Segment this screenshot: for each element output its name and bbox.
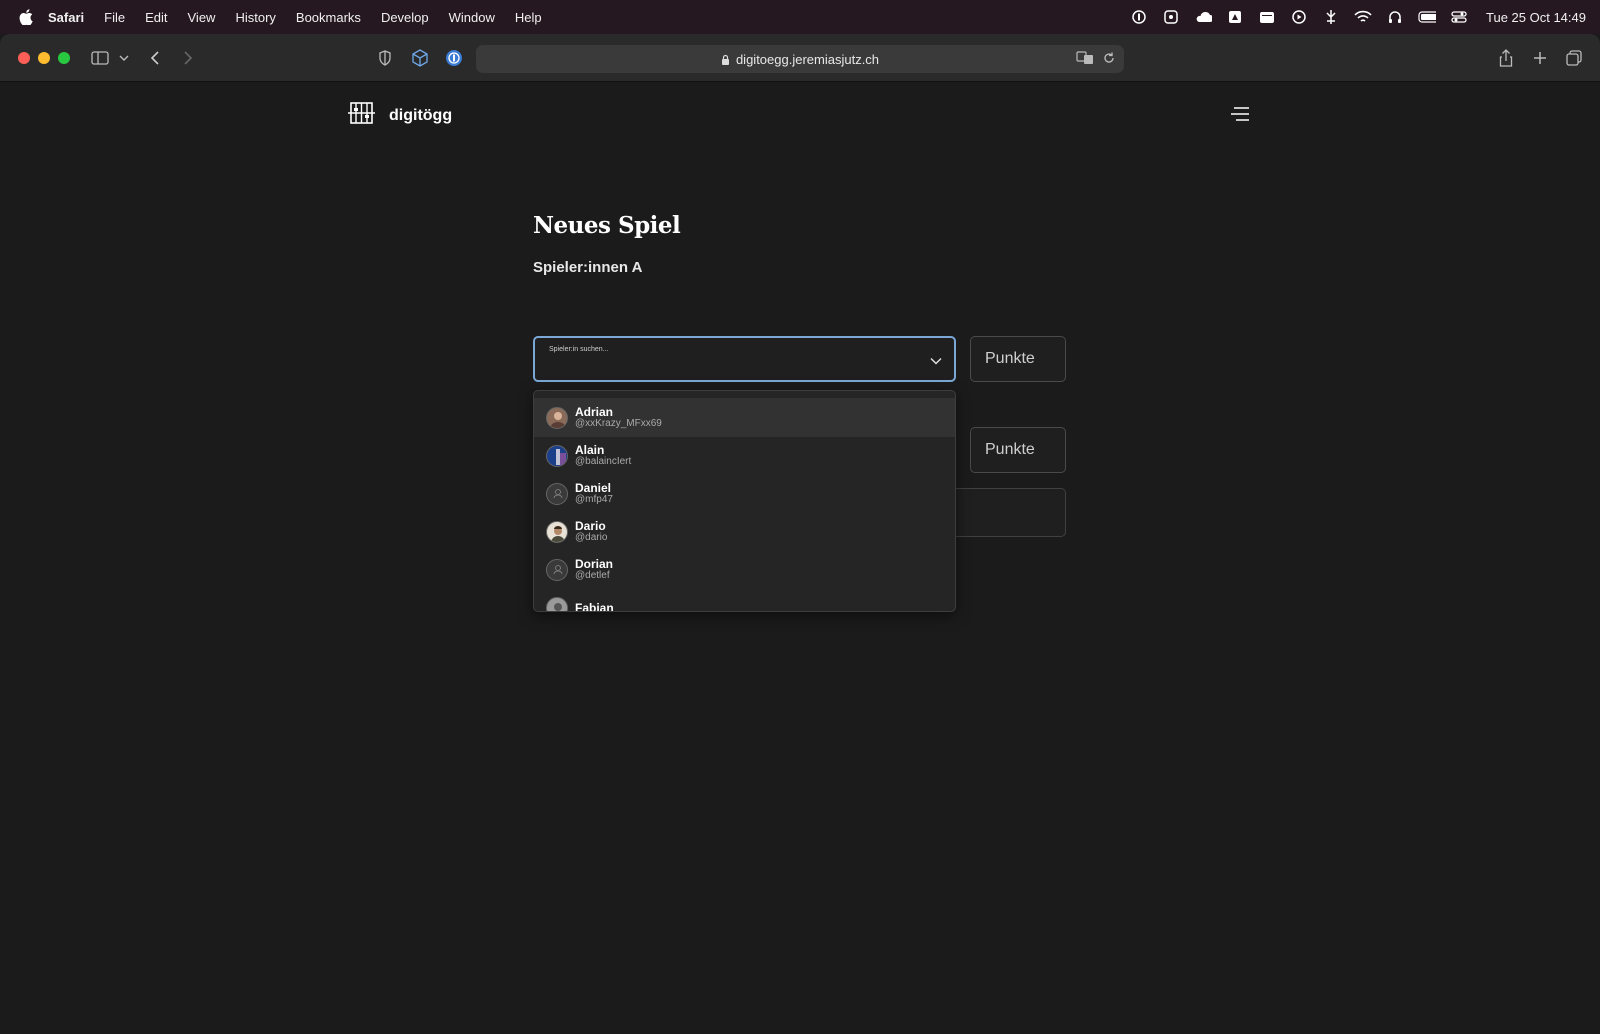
foosball-table-icon <box>348 102 375 129</box>
apple-icon[interactable] <box>18 9 34 25</box>
forward-arrow-icon[interactable] <box>178 48 198 68</box>
menu-bookmarks[interactable]: Bookmarks <box>296 10 361 25</box>
avatar <box>546 558 568 581</box>
player-handle: @mfp47 <box>575 493 613 505</box>
player-name: Dario <box>575 518 606 533</box>
avatar <box>546 444 568 467</box>
avatar <box>546 596 568 611</box>
lock-icon <box>721 54 730 65</box>
cloud-icon[interactable] <box>1194 10 1213 24</box>
player-handle: @dario <box>575 531 608 543</box>
password-manager-icon[interactable] <box>1130 10 1148 24</box>
wifi-icon[interactable] <box>1354 10 1372 24</box>
minimize-window-button[interactable] <box>38 52 50 64</box>
player-name: Dorian <box>575 556 614 571</box>
password-extension-icon[interactable] <box>444 48 464 68</box>
drive-icon[interactable] <box>1226 10 1244 24</box>
hamburger-menu-icon[interactable] <box>1230 106 1250 124</box>
player-option-dario[interactable]: Dario @dario <box>534 512 955 551</box>
calendar-icon[interactable] <box>1258 10 1276 24</box>
player-name: Daniel <box>575 480 612 495</box>
player-handle: @xxKrazy_MFxx69 <box>575 417 662 429</box>
points-placeholder: Punkte <box>985 441 1035 458</box>
menu-help[interactable]: Help <box>515 10 542 25</box>
player-name: Alain <box>575 442 605 457</box>
site-logo[interactable]: digitögg <box>348 102 452 129</box>
player-name: Fabian <box>575 600 614 612</box>
player-option-fabian[interactable]: Fabian <box>534 588 955 612</box>
control-center-icon[interactable] <box>1450 10 1468 24</box>
back-arrow-icon[interactable] <box>145 48 165 68</box>
chevron-down-icon[interactable] <box>114 48 134 68</box>
web-page: digitögg Neues Spiel Spieler:innen A Spi… <box>0 82 1600 1034</box>
menu-history[interactable]: History <box>235 10 275 25</box>
team-b-points-input[interactable]: Punkte <box>970 427 1066 473</box>
player-handle: @balaincIert <box>575 455 632 467</box>
status-tray: Tue 25 Oct 14:49 <box>1130 0 1586 34</box>
privacy-shield-icon[interactable] <box>375 48 395 68</box>
avatar <box>546 406 568 429</box>
new-tab-icon[interactable] <box>1530 48 1550 68</box>
share-icon[interactable] <box>1496 48 1516 68</box>
close-window-button[interactable] <box>18 52 30 64</box>
menu-edit[interactable]: Edit <box>145 10 167 25</box>
extension-cube-icon[interactable] <box>410 48 430 68</box>
address-bar[interactable]: digitoegg.jeremiasjutz.ch <box>476 45 1124 73</box>
menu-window[interactable]: Window <box>449 10 495 25</box>
avatar <box>546 520 568 543</box>
bluetooth-fork-icon[interactable] <box>1322 10 1340 24</box>
logo-text: digitögg <box>389 106 453 124</box>
safari-toolbar: digitoegg.jeremiasjutz.ch <box>0 34 1600 82</box>
select-placeholder: Spieler:in suchen... <box>549 346 609 353</box>
page-title: Neues Spiel <box>533 212 681 239</box>
translate-icon[interactable] <box>1076 51 1094 68</box>
app-square-icon[interactable] <box>1162 10 1180 24</box>
chevron-down-icon <box>930 352 942 370</box>
player-option-daniel[interactable]: Daniel @mfp47 <box>534 474 955 513</box>
menu-file[interactable]: File <box>104 10 125 25</box>
sidebar-toggle-icon[interactable] <box>90 48 110 68</box>
points-placeholder: Punkte <box>985 350 1035 367</box>
reload-icon[interactable] <box>1102 51 1116 68</box>
url-text: digitoegg.jeremiasjutz.ch <box>735 51 880 67</box>
menu-develop[interactable]: Develop <box>381 10 429 25</box>
menu-view[interactable]: View <box>188 10 216 25</box>
player-option-alain[interactable]: Alain @balaincIert <box>534 436 955 475</box>
player-search-select[interactable]: Spieler:in suchen... <box>533 336 956 382</box>
zoom-window-button[interactable] <box>58 52 70 64</box>
safari-window: digitoegg.jeremiasjutz.ch digitögg Neues… <box>0 34 1600 1034</box>
team-a-label: Spieler:innen A <box>533 259 643 276</box>
battery-icon[interactable] <box>1418 10 1437 24</box>
menubar-clock[interactable]: Tue 25 Oct 14:49 <box>1486 10 1586 25</box>
player-option-adrian[interactable]: Adrian @xxKrazy_MFxx69 <box>534 398 955 437</box>
play-icon[interactable] <box>1290 10 1308 24</box>
player-option-dorian[interactable]: Dorian @detlef <box>534 550 955 589</box>
player-handle: @detlef <box>575 569 610 581</box>
menu-safari[interactable]: Safari <box>48 10 84 25</box>
macos-menu-bar: Safari File Edit View History Bookmarks … <box>0 0 1600 34</box>
player-dropdown-list: Adrian @xxKrazy_MFxx69 Alain @balaincIert … <box>533 390 956 612</box>
player-name: Adrian <box>575 404 614 419</box>
new-game-form: Neues Spiel Spieler:innen A Spieler:in s… <box>533 212 1088 612</box>
avatar <box>546 482 568 505</box>
team-a-points-input[interactable]: Punkte <box>970 336 1066 382</box>
tab-overview-icon[interactable] <box>1564 48 1584 68</box>
headphones-icon[interactable] <box>1386 10 1404 24</box>
